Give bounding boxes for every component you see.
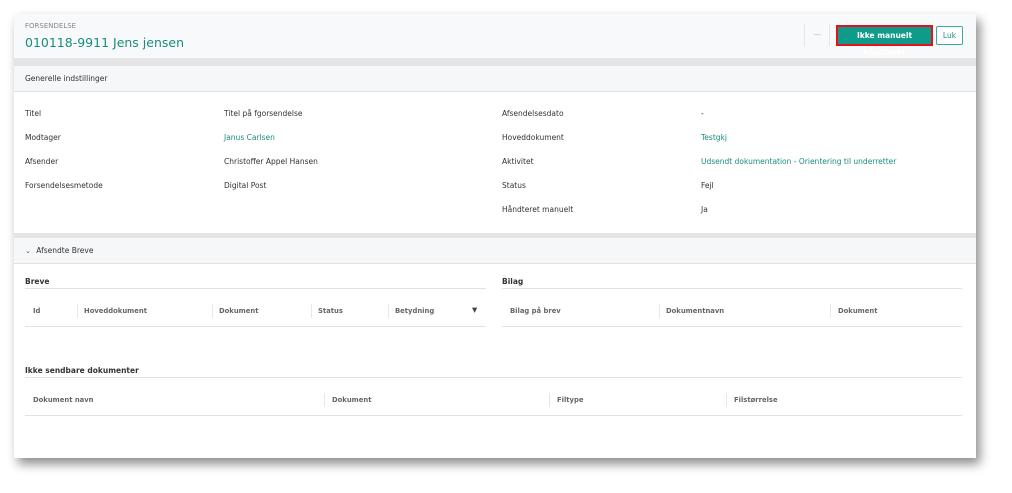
- activity-link[interactable]: Udsendt dokumentation - Orientering til …: [701, 157, 896, 166]
- field-value: Ja: [701, 205, 708, 214]
- field-value: Digital Post: [224, 181, 267, 190]
- field-label: Hoveddokument: [502, 133, 564, 142]
- field-value: -: [701, 109, 704, 118]
- field-label: Afsendelsesdato: [502, 109, 564, 118]
- divider: [25, 415, 962, 416]
- non-sendable-heading: Ikke sendbare dokumenter: [25, 366, 139, 375]
- column-separator: [212, 304, 213, 318]
- column-header[interactable]: Betydning: [395, 307, 434, 315]
- field-label: Aktivitet: [502, 157, 534, 166]
- main-document-link[interactable]: Testgkj: [701, 133, 727, 142]
- column-header[interactable]: Filstørrelse: [734, 396, 778, 404]
- forsendelse-panel: FORSENDELSE 010118-9911 Jens jensen — Ik…: [14, 14, 976, 458]
- field-label: Håndteret manuelt: [502, 205, 574, 214]
- column-separator: [726, 393, 727, 407]
- divider: [502, 326, 962, 327]
- column-separator: [549, 393, 550, 407]
- divider: [502, 288, 962, 289]
- section-title: Afsendte Breve: [36, 246, 94, 255]
- page-eyebrow: FORSENDELSE: [25, 22, 77, 30]
- field-label: Titel: [25, 109, 42, 118]
- column-separator: [77, 304, 78, 318]
- letters-heading: Breve: [25, 277, 50, 286]
- page-title: 010118-9911 Jens jensen: [25, 35, 185, 50]
- column-header[interactable]: Dokument navn: [33, 396, 94, 404]
- page-header: FORSENDELSE 010118-9911 Jens jensen — Ik…: [14, 14, 976, 58]
- column-separator: [659, 304, 660, 318]
- column-header[interactable]: Dokument: [332, 396, 371, 404]
- column-header[interactable]: Hoveddokument: [84, 307, 147, 315]
- divider: [25, 326, 486, 327]
- column-separator: [388, 304, 389, 318]
- column-separator: [324, 393, 325, 407]
- field-label: Afsender: [25, 157, 59, 166]
- field-value: Christoffer Appel Hansen: [224, 157, 318, 166]
- column-header[interactable]: Status: [318, 307, 343, 315]
- section-header-sent-letters[interactable]: ⌄ Afsendte Breve: [14, 238, 976, 264]
- field-value: Titel på fgorsendelse: [224, 109, 303, 118]
- divider: [14, 58, 976, 66]
- column-header[interactable]: Dokument: [838, 307, 877, 315]
- more-button[interactable]: —: [804, 24, 830, 46]
- column-header[interactable]: Id: [33, 307, 40, 315]
- field-label: Forsendelsesmetode: [25, 181, 103, 190]
- column-header[interactable]: Dokumentnavn: [666, 307, 724, 315]
- chevron-down-icon: ⌄: [25, 247, 31, 255]
- field-label: Modtager: [25, 133, 61, 142]
- column-header[interactable]: Bilag på brev: [510, 307, 561, 315]
- column-separator: [830, 304, 831, 318]
- not-handled-manually-button[interactable]: Ikke manuelt håndteret: [836, 25, 933, 57]
- section-header-general: Generelle indstillinger: [14, 66, 976, 92]
- recipient-link[interactable]: Janus Carlsen: [224, 133, 275, 142]
- column-separator: [311, 304, 312, 318]
- column-header[interactable]: Filtype: [557, 396, 583, 404]
- attachments-heading: Bilag: [502, 277, 524, 286]
- divider: [25, 377, 962, 378]
- column-header[interactable]: Dokument: [219, 307, 258, 315]
- divider: [25, 288, 486, 289]
- close-button[interactable]: Luk: [936, 26, 963, 45]
- field-label: Status: [502, 181, 526, 190]
- field-value: Fejl: [701, 181, 714, 190]
- filter-icon[interactable]: ▼: [472, 306, 477, 314]
